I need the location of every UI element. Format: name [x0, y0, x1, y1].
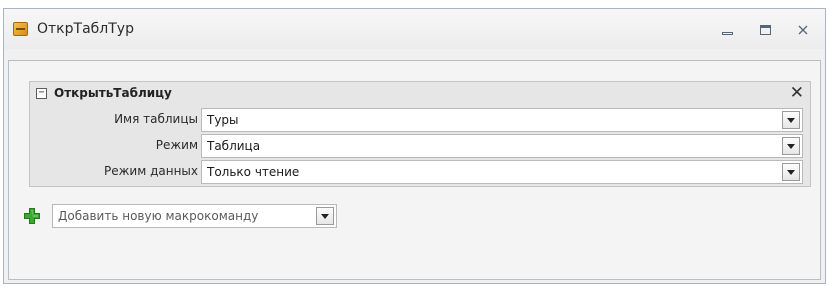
collapse-icon[interactable]: − — [36, 88, 47, 99]
remove-action-icon[interactable]: ✕ — [790, 83, 804, 103]
dropdown-button[interactable] — [782, 137, 800, 155]
argument-label: Режим — [155, 138, 198, 152]
action-name: ОткрытьТаблицу — [54, 86, 172, 100]
macro-designer-area: − ОткрытьТаблицу ✕ Имя таблицы Туры Режи… — [8, 60, 821, 280]
close-icon — [798, 25, 808, 35]
add-action-placeholder: Добавить новую макрокоманду — [58, 209, 259, 223]
argument-label: Режим данных — [103, 164, 198, 178]
add-new-action-combobox[interactable]: Добавить новую макрокоманду — [52, 204, 337, 228]
argument-value: Туры — [207, 113, 239, 127]
window-title: ОткрТаблТур — [37, 21, 134, 37]
macro-window: ОткрТаблТур − ОткрытьТаблицу ✕ Имя табли… — [3, 8, 826, 284]
chevron-down-icon — [787, 117, 795, 123]
minimize-button[interactable] — [713, 21, 741, 39]
dropdown-button[interactable] — [782, 111, 800, 129]
argument-value: Таблица — [207, 139, 261, 153]
chevron-down-icon — [787, 143, 795, 149]
argument-label: Имя таблицы — [114, 112, 198, 126]
argument-row-data-mode: Режим данных Только чтение — [30, 159, 810, 185]
maximize-button[interactable] — [751, 21, 779, 39]
action-block-open-table: − ОткрытьТаблицу ✕ Имя таблицы Туры Режи… — [29, 81, 811, 187]
window-controls — [713, 21, 817, 39]
view-combobox[interactable]: Таблица — [201, 134, 803, 158]
title-bar: ОткрТаблТур — [4, 9, 825, 49]
action-block-header: − ОткрытьТаблицу ✕ — [30, 82, 810, 106]
close-window-button[interactable] — [789, 21, 817, 39]
data-mode-combobox[interactable]: Только чтение — [201, 160, 803, 184]
argument-value: Только чтение — [207, 165, 300, 179]
green-plus-icon — [24, 208, 40, 224]
chevron-down-icon — [787, 169, 795, 175]
table-name-combobox[interactable]: Туры — [201, 108, 803, 132]
add-action-row: Добавить новую макрокоманду — [22, 204, 342, 230]
dropdown-button[interactable] — [782, 163, 800, 181]
minimize-icon — [721, 31, 733, 35]
maximize-icon — [759, 25, 771, 35]
argument-row-view: Режим Таблица — [30, 133, 810, 159]
argument-row-table-name: Имя таблицы Туры — [30, 107, 810, 133]
macro-icon — [13, 22, 28, 36]
chevron-down-icon — [321, 213, 329, 219]
dropdown-button[interactable] — [316, 207, 334, 225]
